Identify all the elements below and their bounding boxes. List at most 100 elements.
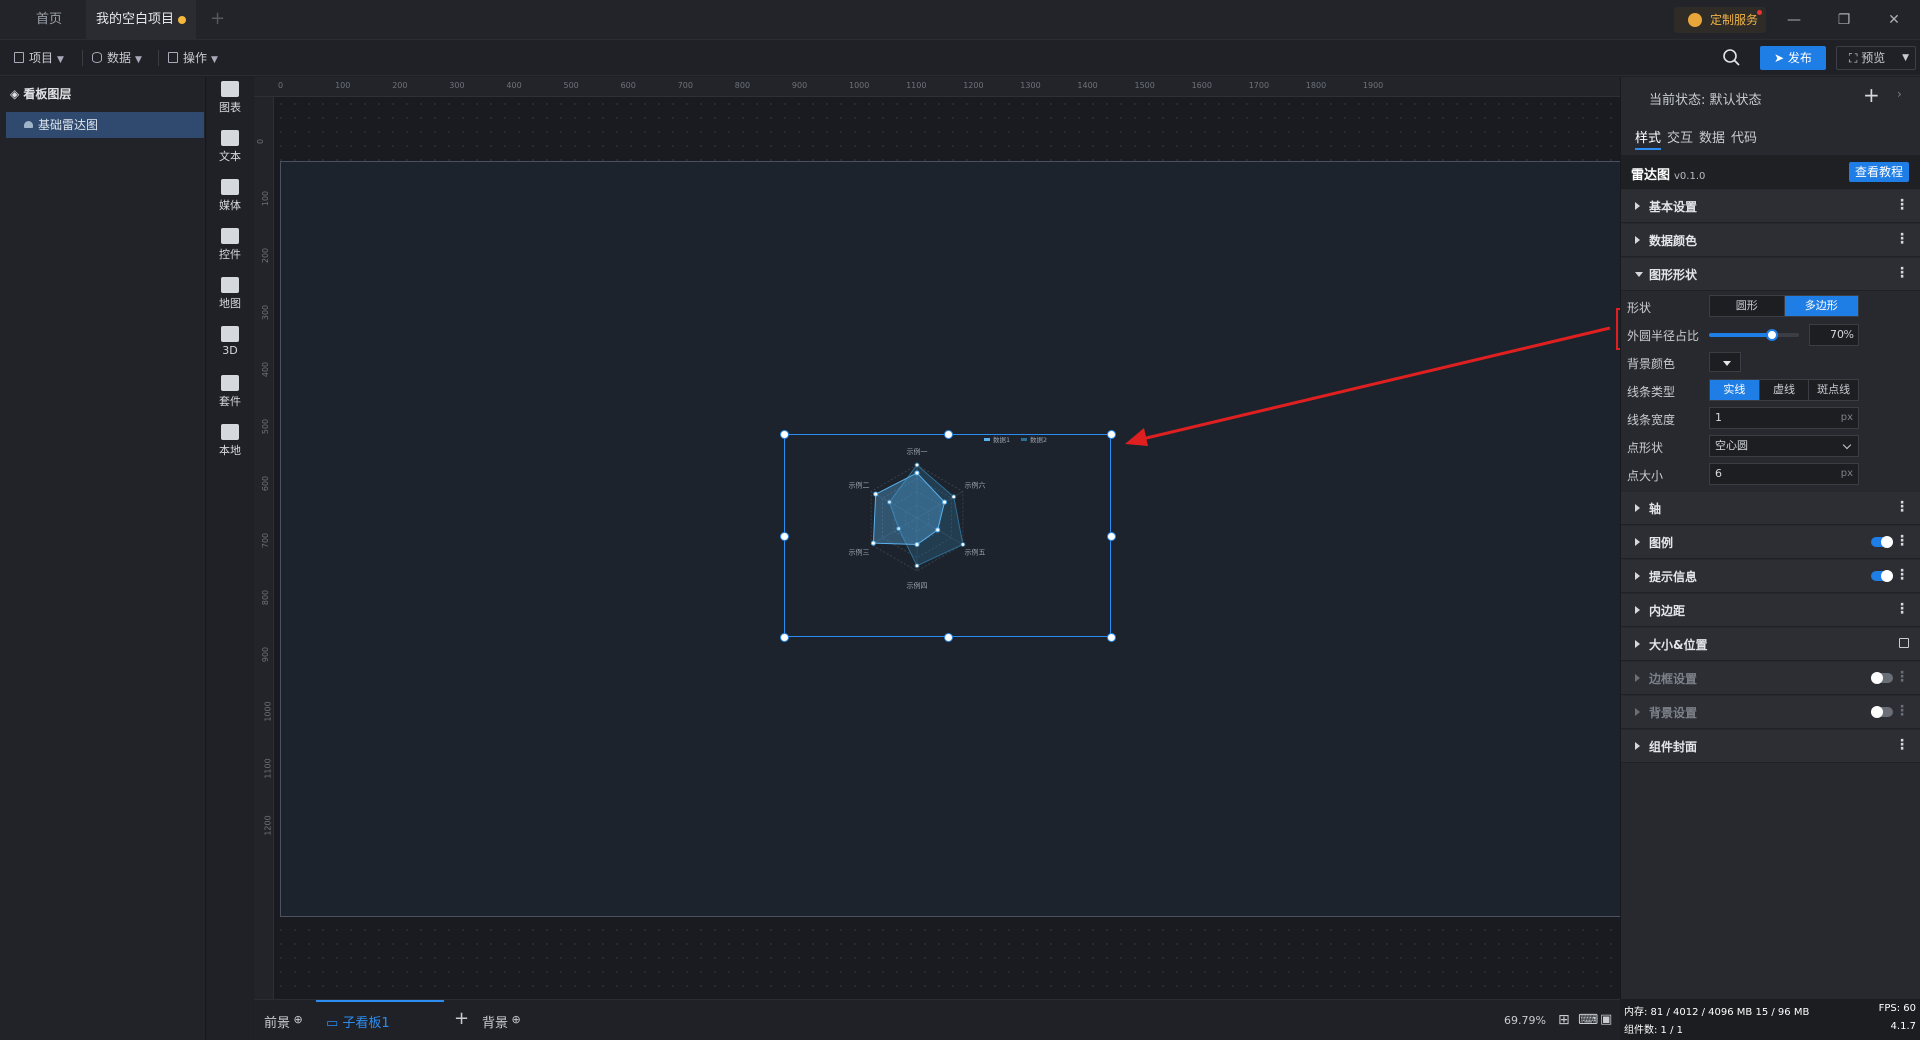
radius-input[interactable]: 70% [1809,324,1859,346]
tab-interaction[interactable]: 交互 [1667,127,1693,146]
zoom-level[interactable]: 69.79% [1504,1014,1546,1027]
custom-service-button[interactable]: 定制服务 [1674,7,1766,33]
section-padding[interactable]: 内边距 ⋮ [1621,594,1920,627]
resize-handle[interactable] [1107,633,1116,642]
add-tab-icon[interactable]: + [210,8,225,29]
resize-handle[interactable] [780,633,789,642]
more-icon[interactable]: ⋮ [1895,197,1909,213]
component-kit[interactable]: 套件 [207,371,253,421]
menu-operation[interactable]: 操作 ▼ [168,48,218,68]
point-shape-select[interactable]: 空心圆 [1709,435,1859,457]
point-size-value: 6 [1715,467,1722,480]
resize-handle[interactable] [780,430,789,439]
section-legend[interactable]: 图例 ⋮ [1621,526,1920,559]
component-map[interactable]: 地图 [207,273,253,323]
more-icon[interactable]: ⋮ [1895,567,1909,583]
section-size-position[interactable]: 大小&位置 [1621,628,1920,661]
section-border[interactable]: 边框设置 ⋮ [1621,662,1920,695]
ruler-tick-label: 400 [506,81,522,90]
add-state-icon[interactable]: + [1863,83,1880,107]
tab-project[interactable]: 我的空白项目 [86,0,196,40]
line-type-dashed[interactable]: 虚线 [1760,380,1810,400]
resize-handle[interactable] [1107,532,1116,541]
add-circle-icon[interactable]: ⊕ [508,1013,521,1026]
search-icon[interactable] [1722,48,1742,68]
line-type-solid[interactable]: 实线 [1710,380,1760,400]
add-circle-icon[interactable]: ⊕ [290,1013,303,1026]
resize-handle[interactable] [944,633,953,642]
ruler-tick-label: 0 [256,138,266,145]
section-cover[interactable]: 组件封面 ⋮ [1621,730,1920,763]
component-chart[interactable]: 图表 [207,77,253,127]
ruler-tick-label: 1200 [263,815,273,836]
minimize-icon[interactable]: — [1782,8,1806,32]
current-state[interactable]: 当前状态: 默认状态 [1649,89,1762,108]
add-board-icon[interactable]: + [454,1008,469,1029]
more-icon[interactable]: ⋮ [1895,533,1909,549]
section-basic[interactable]: 基本设置 ⋮ [1621,190,1920,223]
background-toggle[interactable] [1871,706,1893,718]
legend-toggle[interactable] [1871,536,1893,548]
more-icon[interactable]: ⋮ [1895,703,1909,719]
monitor-icon: ▭ [326,1016,343,1031]
section-axis[interactable]: 轴 ⋮ [1621,492,1920,525]
tooltip-toggle[interactable] [1871,570,1893,582]
caret-right-icon [1635,538,1640,546]
tab-subboard[interactable]: ▭ 子看板1 [326,1012,390,1031]
more-icon[interactable]: ⋮ [1895,737,1909,753]
resize-handle[interactable] [1107,430,1116,439]
terminal-icon[interactable]: ▣ [1600,1012,1612,1027]
restore-icon[interactable]: ❐ [1832,8,1856,32]
section-label: 基本设置 [1649,200,1698,214]
close-icon[interactable]: ✕ [1882,8,1906,32]
tab-home[interactable]: 首页 [14,0,84,40]
tab-data[interactable]: 数据 [1699,127,1725,146]
tab-code[interactable]: 代码 [1731,127,1757,146]
fit-screen-icon[interactable]: ⊞ [1558,1012,1570,1028]
point-size-input[interactable]: 6 px [1709,463,1859,485]
tab-background[interactable]: 背景 ⊕ [482,1012,521,1031]
service-label: 定制服务 [1710,13,1759,27]
chevron-right-icon[interactable]: › [1897,87,1902,101]
shape-option-polygon[interactable]: 多边形 [1784,296,1858,316]
preview-button[interactable]: ⛶ 预览 ▼ [1836,46,1916,70]
layer-item[interactable]: 基础雷达图 [6,112,204,138]
component-text[interactable]: 文本 [207,126,253,176]
resize-handle[interactable] [780,532,789,541]
more-icon[interactable]: ⋮ [1895,265,1909,281]
caret-right-icon [1635,504,1640,512]
keyboard-icon[interactable]: ⌨ [1578,1012,1598,1028]
canvas-area[interactable]: 0 100 200 300 400 500 600 700 800 900 1000 1100 1200… [254,77,1620,999]
line-type-segmented[interactable]: 实线 虚线 斑点线 [1709,379,1859,401]
line-width-input[interactable]: 1 px [1709,407,1859,429]
component-3d[interactable]: 3D [207,322,253,372]
section-shape[interactable]: 图形形状 ⋮ [1621,258,1920,291]
border-toggle[interactable] [1871,672,1893,684]
line-type-dotted[interactable]: 斑点线 [1809,380,1858,400]
more-icon[interactable]: ⋮ [1895,231,1909,247]
lock-icon[interactable] [1899,638,1909,648]
bgcolor-picker[interactable] [1709,352,1741,372]
publish-button[interactable]: ➤ 发布 [1760,46,1826,70]
section-background[interactable]: 背景设置 ⋮ [1621,696,1920,729]
menu-project[interactable]: 项目 ▼ [14,48,64,68]
tab-style[interactable]: 样式 [1635,127,1661,146]
component-local[interactable]: 本地 [207,420,253,470]
more-icon[interactable]: ⋮ [1895,669,1909,685]
shape-option-circle[interactable]: 圆形 [1710,296,1785,316]
resize-handle[interactable] [944,430,953,439]
section-data-color[interactable]: 数据颜色 ⋮ [1621,224,1920,257]
menu-data[interactable]: 数据 ▼ [92,48,142,68]
selection-box[interactable] [780,430,1116,642]
slider-knob[interactable] [1766,329,1778,341]
shape-segmented[interactable]: 圆形 多边形 [1709,295,1859,317]
component-control[interactable]: 控件 [207,224,253,274]
component-media[interactable]: 媒体 [207,175,253,225]
tutorial-button[interactable]: 查看教程 [1849,162,1909,182]
more-icon[interactable]: ⋮ [1895,601,1909,617]
radius-value: 70 [1830,328,1844,341]
more-icon[interactable]: ⋮ [1895,499,1909,515]
section-tooltip[interactable]: 提示信息 ⋮ [1621,560,1920,593]
tab-foreground[interactable]: 前景 ⊕ [264,1012,303,1031]
radius-slider[interactable] [1709,329,1799,341]
